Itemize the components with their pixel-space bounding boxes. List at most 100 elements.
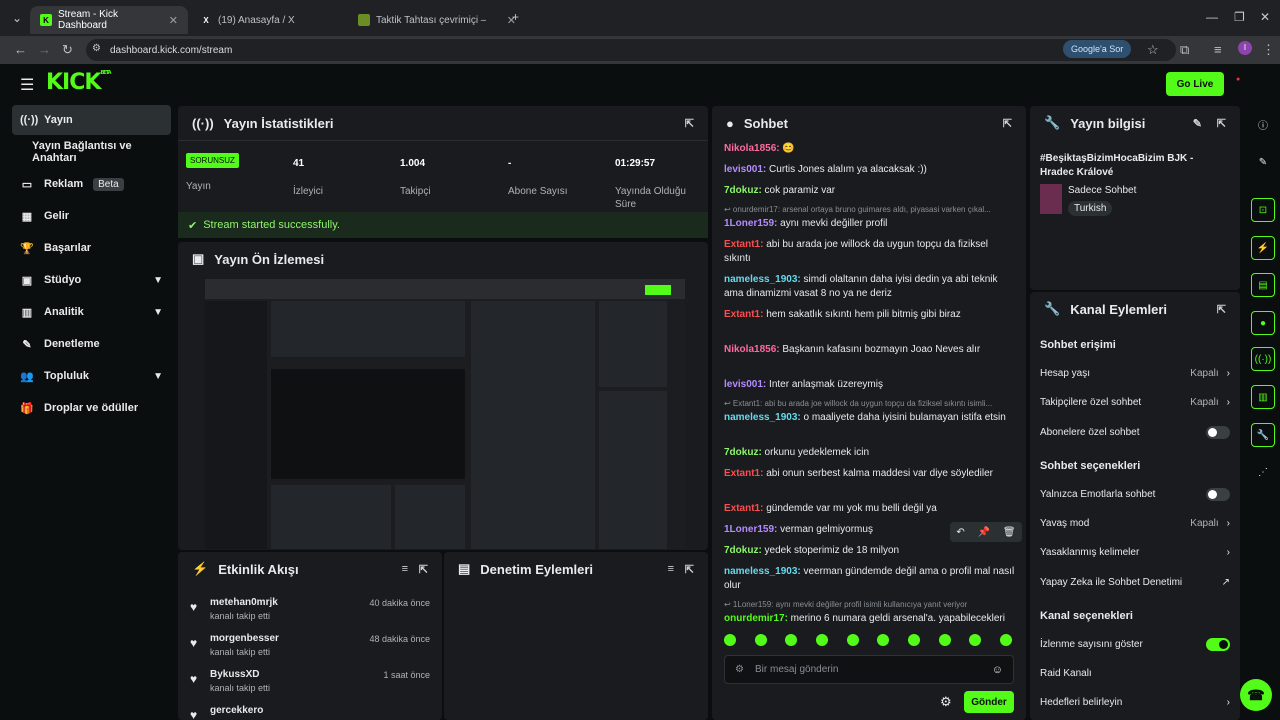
- chat-username[interactable]: nameless_1903:: [724, 412, 801, 423]
- minimize-icon[interactable]: —: [1206, 10, 1218, 24]
- emote-icon[interactable]: [846, 634, 859, 646]
- emote-icon[interactable]: [969, 634, 982, 646]
- category-name[interactable]: Sadece Sohbet: [1068, 185, 1136, 196]
- emoji-icon[interactable]: ☺: [992, 664, 1003, 676]
- sidebar-item-gelir[interactable]: ▦ Gelir: [12, 201, 171, 231]
- stream-preview-video[interactable]: [205, 279, 685, 549]
- chat-username[interactable]: Extant1:: [724, 239, 763, 250]
- layers-icon[interactable]: ▥: [1251, 385, 1275, 409]
- info-icon[interactable]: ⓘ: [1251, 112, 1275, 136]
- user-avatar[interactable]: ●: [1236, 76, 1260, 92]
- popout-icon[interactable]: ⇱: [1217, 303, 1226, 316]
- popout-icon[interactable]: ⇱: [685, 563, 694, 576]
- chat-username[interactable]: Extant1:: [724, 309, 763, 320]
- sidebar-item-yayin[interactable]: ((·)) Yayın: [12, 105, 171, 135]
- bookmark-star-icon[interactable]: ☆: [1147, 42, 1159, 58]
- settings-dots-icon[interactable]: ⋰: [1251, 460, 1275, 484]
- emote-icon[interactable]: [877, 634, 890, 646]
- site-info-icon[interactable]: ⚙: [92, 43, 101, 54]
- chat-username[interactable]: Extant1:: [724, 468, 763, 479]
- sidebar-item-studyo[interactable]: ▣ Stüdyo ▼: [12, 265, 171, 295]
- pin-icon[interactable]: 📌: [978, 527, 990, 538]
- chat-username[interactable]: levis001:: [724, 164, 766, 175]
- sidebar-item-basarilar[interactable]: 🏆 Başarılar: [12, 233, 171, 263]
- browser-tab-taktik[interactable]: Taktik Tahtası çevrimiçi – Futbol ✕: [348, 6, 526, 34]
- send-button[interactable]: Gönder: [964, 691, 1014, 713]
- chat-username[interactable]: 1Loner159:: [724, 218, 777, 229]
- maximize-icon[interactable]: ❐: [1234, 10, 1245, 24]
- sidebar-item-droplar[interactable]: 🎁 Droplar ve ödüller: [12, 393, 171, 423]
- chat-messages[interactable]: Nikola1856: 😊 levis001: Curtis Jones alal…: [712, 140, 1024, 626]
- chat-username[interactable]: nameless_1903:: [724, 566, 801, 577]
- chat-username[interactable]: 1Loner159:: [724, 524, 777, 535]
- emote-icon[interactable]: [724, 634, 736, 646]
- banned-words-setting[interactable]: Yasaklanmış kelimeler ›: [1040, 542, 1230, 562]
- account-age-setting[interactable]: Hesap yaşı Kapalı ›: [1040, 363, 1230, 383]
- chat-icon[interactable]: ●: [1251, 311, 1275, 335]
- help-chat-button[interactable]: ☎: [1240, 679, 1272, 711]
- profile-avatar[interactable]: I: [1238, 41, 1252, 55]
- chat-username[interactable]: onurdemir17:: [724, 613, 788, 624]
- sidebar-item-denetleme[interactable]: ✎ Denetleme: [12, 329, 171, 359]
- emote-icon[interactable]: [907, 634, 920, 646]
- popout-icon[interactable]: ⇱: [1217, 117, 1226, 130]
- chat-username[interactable]: 7dokuz:: [724, 185, 762, 196]
- document-icon[interactable]: ▤: [1251, 273, 1275, 297]
- chat-input[interactable]: ⚙ Bir mesaj gönderin ☺: [724, 655, 1014, 684]
- filter-icon[interactable]: ≡: [668, 563, 674, 575]
- extensions-icon[interactable]: ⧉: [1180, 42, 1189, 58]
- browser-menu-icon[interactable]: ⋮: [1262, 42, 1275, 58]
- sidebar-item-analitik[interactable]: ▥ Analitik ▼: [12, 297, 171, 327]
- followers-only-setting[interactable]: Takipçilere özel sohbet Kapalı ›: [1040, 392, 1230, 412]
- emotes-only-toggle[interactable]: [1206, 487, 1230, 501]
- kick-logo[interactable]: KICKBETA: [46, 70, 112, 95]
- reply-icon[interactable]: ↶: [956, 527, 964, 538]
- delete-icon[interactable]: 🗑: [1003, 527, 1016, 538]
- chat-username[interactable]: Extant1:: [724, 503, 763, 514]
- chat-username[interactable]: 7dokuz:: [724, 447, 762, 458]
- media-icon[interactable]: ≡: [1214, 42, 1222, 57]
- chat-username[interactable]: Nikola1856:: [724, 344, 780, 355]
- popout-icon[interactable]: ⇱: [685, 117, 694, 130]
- filter-icon[interactable]: ≡: [402, 563, 408, 575]
- new-tab-icon[interactable]: +: [512, 10, 519, 24]
- back-icon[interactable]: ←: [14, 42, 27, 57]
- emote-icon[interactable]: [785, 634, 798, 646]
- raid-setting[interactable]: Raid Kanalı: [1040, 663, 1230, 683]
- forward-icon[interactable]: →: [38, 42, 51, 57]
- broadcast-icon[interactable]: ((·)): [1251, 347, 1275, 371]
- chat-username[interactable]: nameless_1903:: [724, 274, 801, 285]
- google-ask-button[interactable]: Google'a Sor: [1063, 40, 1132, 58]
- close-window-icon[interactable]: ✕: [1260, 10, 1270, 24]
- close-tab-icon[interactable]: ✕: [169, 14, 178, 27]
- sidebar-item-stream-key[interactable]: Yayın Bağlantısı ve Anahtarı: [12, 137, 171, 167]
- go-live-button[interactable]: Go Live: [1166, 72, 1224, 96]
- lightning-icon[interactable]: ⚡: [1251, 236, 1275, 260]
- chat-username[interactable]: 7dokuz:: [724, 545, 762, 556]
- gear-icon[interactable]: ⚙: [940, 694, 952, 710]
- chat-username[interactable]: Nikola1856:: [724, 143, 780, 154]
- sidebar-item-reklam[interactable]: ▭ Reklam Beta: [12, 169, 171, 199]
- edit-icon[interactable]: ✎: [1251, 150, 1275, 174]
- emote-icon[interactable]: [938, 634, 951, 646]
- popout-icon[interactable]: ⇱: [1003, 117, 1012, 130]
- ai-moderation-setting[interactable]: Yapay Zeka ile Sohbet Denetimi ↗: [1040, 572, 1230, 592]
- emote-icon[interactable]: [999, 634, 1012, 646]
- chat-username[interactable]: levis001:: [724, 379, 766, 390]
- emote-icon[interactable]: [815, 634, 828, 646]
- subs-only-toggle[interactable]: [1206, 425, 1230, 439]
- hamburger-menu-icon[interactable]: ☰: [20, 75, 34, 95]
- edit-icon[interactable]: ✎: [1193, 117, 1202, 130]
- browser-tab-kick[interactable]: K Stream - Kick Dashboard ✕: [30, 6, 188, 34]
- popout-icon[interactable]: ⇱: [419, 563, 428, 576]
- reload-icon[interactable]: ↻: [62, 42, 73, 58]
- show-viewers-toggle[interactable]: [1206, 637, 1230, 651]
- tab-search-icon[interactable]: ⌄: [12, 11, 22, 25]
- url-field[interactable]: dashboard.kick.com/stream: [86, 39, 1176, 61]
- slow-mode-setting[interactable]: Yavaş mod Kapalı ›: [1040, 513, 1230, 533]
- screenshot-icon[interactable]: ⊡: [1251, 198, 1275, 222]
- browser-tab-x[interactable]: X (19) Anasayfa / X: [190, 6, 348, 34]
- sidebar-item-topluluk[interactable]: 👥 Topluluk ▼: [12, 361, 171, 391]
- emote-icon[interactable]: [754, 634, 767, 646]
- wrench-icon[interactable]: 🔧: [1251, 423, 1275, 447]
